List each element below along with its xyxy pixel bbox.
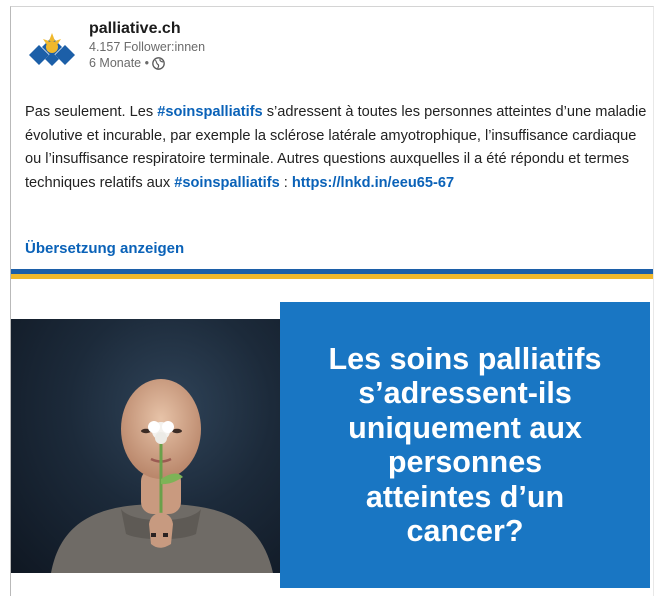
headline-box[interactable]: Les soins palliatifs s’adressent-ils uni…	[280, 302, 650, 588]
globe-icon	[152, 56, 165, 70]
brand-stripe-yellow	[11, 274, 653, 279]
post-body-text: Pas seulement. Les #soinspalliatifs s’ad…	[25, 101, 647, 195]
post-time: 6 Monate •	[89, 56, 149, 70]
author-name[interactable]: palliative.ch	[89, 19, 205, 39]
post-text-part: :	[279, 174, 292, 191]
follower-count: 4.157 Follower:innen	[89, 40, 206, 54]
hashtag-link[interactable]: #soinspalliatifs	[157, 104, 262, 120]
post-header: palliative.ch 4.157 Follower:innen 6 Mon…	[25, 17, 205, 73]
show-translation-link[interactable]: Übersetzung anzeigen	[25, 239, 184, 259]
palliative-logo-icon[interactable]	[25, 25, 79, 73]
image-headline: Les soins palliatifs s’adressent-ils uni…	[328, 341, 602, 549]
post-image-photo[interactable]	[11, 319, 301, 573]
external-link[interactable]: https://lnkd.in/eeu65-67	[292, 175, 454, 191]
author-info: palliative.ch 4.157 Follower:innen 6 Mon…	[89, 17, 205, 73]
linkedin-post-card: palliative.ch 4.157 Follower:innen 6 Mon…	[10, 6, 654, 596]
post-time-row: 6 Monate •	[89, 55, 205, 71]
post-text-part: Pas seulement. Les	[25, 104, 158, 120]
hashtag-link[interactable]: #soinspalliatifs	[174, 175, 279, 191]
